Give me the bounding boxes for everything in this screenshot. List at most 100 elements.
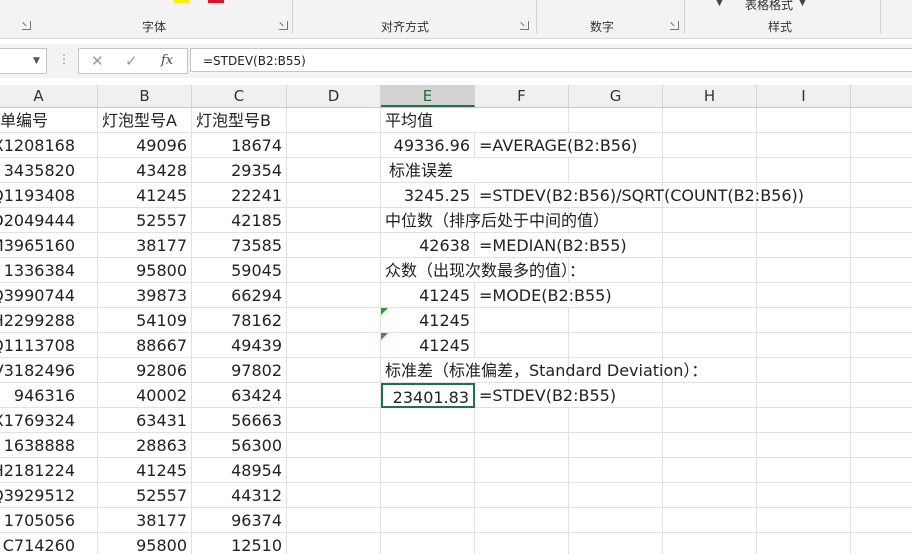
cell-e[interactable] bbox=[381, 408, 475, 433]
cell-h[interactable] bbox=[663, 108, 757, 133]
cell-j[interactable] bbox=[851, 458, 912, 483]
cell-g[interactable] bbox=[569, 483, 663, 508]
cell-b[interactable]: 43428 bbox=[98, 158, 192, 183]
mean-formula[interactable]: =AVERAGE(B2:B56) bbox=[475, 133, 637, 158]
cell-f[interactable] bbox=[475, 158, 569, 183]
cell-d[interactable] bbox=[287, 308, 381, 333]
sd-value[interactable]: 23401.83 bbox=[381, 383, 475, 408]
cell-e[interactable] bbox=[381, 458, 475, 483]
cell-d[interactable] bbox=[287, 283, 381, 308]
cell-d[interactable] bbox=[287, 183, 381, 208]
cell-b[interactable]: 52557 bbox=[98, 208, 192, 233]
cell-d[interactable] bbox=[287, 108, 381, 133]
formula-input[interactable]: =STDEV(B2:B55) bbox=[190, 48, 912, 72]
cell-a[interactable]: C714260 bbox=[0, 533, 98, 554]
cell-b[interactable]: 39873 bbox=[98, 283, 192, 308]
cell-d[interactable] bbox=[287, 533, 381, 554]
mean-label[interactable]: 平均值 bbox=[381, 108, 475, 133]
column-header-i[interactable]: I bbox=[757, 85, 851, 107]
cell-i[interactable] bbox=[757, 533, 851, 554]
enter-icon[interactable]: ✓ bbox=[125, 52, 138, 70]
cell-j[interactable] bbox=[851, 283, 912, 308]
se-label[interactable]: 标准误差 bbox=[381, 158, 475, 183]
cell-h[interactable] bbox=[663, 433, 757, 458]
cell-d[interactable] bbox=[287, 208, 381, 233]
cell-i[interactable] bbox=[757, 208, 851, 233]
cell-c[interactable]: 73585 bbox=[192, 233, 287, 258]
column-header-g[interactable]: G bbox=[569, 85, 663, 107]
cell-b[interactable]: 38177 bbox=[98, 508, 192, 533]
number-dialog-launcher-icon[interactable] bbox=[670, 21, 679, 30]
cell-j[interactable] bbox=[851, 383, 912, 408]
mean-value[interactable]: 49336.96 bbox=[381, 133, 475, 158]
cell-b[interactable]: 38177 bbox=[98, 233, 192, 258]
more-options-icon[interactable]: ⋮ bbox=[58, 52, 70, 66]
font-dialog-launcher-icon[interactable] bbox=[279, 21, 288, 30]
cell-i[interactable] bbox=[757, 108, 851, 133]
cell-d[interactable] bbox=[287, 358, 381, 383]
cell-h[interactable] bbox=[663, 133, 757, 158]
cell-i[interactable] bbox=[757, 458, 851, 483]
cell-c[interactable]: 59045 bbox=[192, 258, 287, 283]
column-header-d[interactable]: D bbox=[287, 85, 381, 107]
se-formula[interactable]: =STDEV(B2:B56)/SQRT(COUNT(B2:B56)) bbox=[475, 183, 804, 208]
cell-c[interactable]: 29354 bbox=[192, 158, 287, 183]
cell-c[interactable]: 56663 bbox=[192, 408, 287, 433]
column-header-b[interactable]: B bbox=[98, 85, 192, 107]
cell-b[interactable]: 41245 bbox=[98, 183, 192, 208]
cell-c[interactable]: 49439 bbox=[192, 333, 287, 358]
mode-value[interactable]: 41245 bbox=[381, 308, 475, 333]
cell-g[interactable] bbox=[569, 433, 663, 458]
cell-a[interactable]: X1208168 bbox=[0, 133, 98, 158]
cell-h[interactable] bbox=[663, 508, 757, 533]
font-dialog-launcher-icon[interactable] bbox=[22, 21, 31, 30]
cell-j[interactable] bbox=[851, 108, 912, 133]
cell-a[interactable]: Q3929512 bbox=[0, 483, 98, 508]
cell-b[interactable]: 54109 bbox=[98, 308, 192, 333]
cell-a[interactable]: Q1113708 bbox=[0, 333, 98, 358]
cell-f[interactable] bbox=[475, 458, 569, 483]
name-box[interactable]: ▼ bbox=[0, 48, 47, 74]
cell-c[interactable]: 18674 bbox=[192, 133, 287, 158]
cell-a[interactable]: 1705056 bbox=[0, 508, 98, 533]
cell-c[interactable]: 78162 bbox=[192, 308, 287, 333]
cell-j[interactable] bbox=[851, 133, 912, 158]
cell-a[interactable]: D2049444 bbox=[0, 208, 98, 233]
median-label[interactable]: 中位数（排序后处于中间的值） bbox=[381, 208, 609, 233]
insert-function-button[interactable]: fx bbox=[161, 53, 173, 68]
cell-b[interactable]: 95800 bbox=[98, 258, 192, 283]
cell-h[interactable] bbox=[663, 458, 757, 483]
font-color-swatch[interactable] bbox=[208, 0, 224, 3]
cell-h[interactable] bbox=[663, 533, 757, 554]
header-cell-b[interactable]: 灯泡型号A bbox=[98, 108, 192, 133]
cell-b[interactable]: 92806 bbox=[98, 358, 192, 383]
cell-d[interactable] bbox=[287, 158, 381, 183]
cell-j[interactable] bbox=[851, 483, 912, 508]
cell-c[interactable]: 96374 bbox=[192, 508, 287, 533]
cell-j[interactable] bbox=[851, 258, 912, 283]
cell-g[interactable] bbox=[569, 408, 663, 433]
se-value[interactable]: 3245.25 bbox=[381, 183, 475, 208]
cell-d[interactable] bbox=[287, 433, 381, 458]
table-format-button[interactable]: 表格格式 bbox=[745, 0, 793, 13]
cell-b[interactable]: 40002 bbox=[98, 383, 192, 408]
cell-h[interactable] bbox=[663, 233, 757, 258]
cell-i[interactable] bbox=[757, 508, 851, 533]
cell-i[interactable] bbox=[757, 358, 851, 383]
cell-d[interactable] bbox=[287, 458, 381, 483]
cell-h[interactable] bbox=[663, 383, 757, 408]
cell-g[interactable] bbox=[569, 533, 663, 554]
cell-j[interactable] bbox=[851, 158, 912, 183]
cell-h[interactable] bbox=[663, 258, 757, 283]
chevron-down-icon[interactable]: ▼ bbox=[33, 56, 40, 66]
cell-c[interactable]: 63424 bbox=[192, 383, 287, 408]
mode-value[interactable]: 41245 bbox=[381, 333, 475, 358]
cell-a[interactable]: 1638888 bbox=[0, 433, 98, 458]
cell-h[interactable] bbox=[663, 483, 757, 508]
cell-a[interactable]: 1336384 bbox=[0, 258, 98, 283]
cell-c[interactable]: 42185 bbox=[192, 208, 287, 233]
cell-a[interactable]: X1769324 bbox=[0, 408, 98, 433]
cell-e[interactable] bbox=[381, 508, 475, 533]
cell-j[interactable] bbox=[851, 533, 912, 554]
cell-d[interactable] bbox=[287, 258, 381, 283]
